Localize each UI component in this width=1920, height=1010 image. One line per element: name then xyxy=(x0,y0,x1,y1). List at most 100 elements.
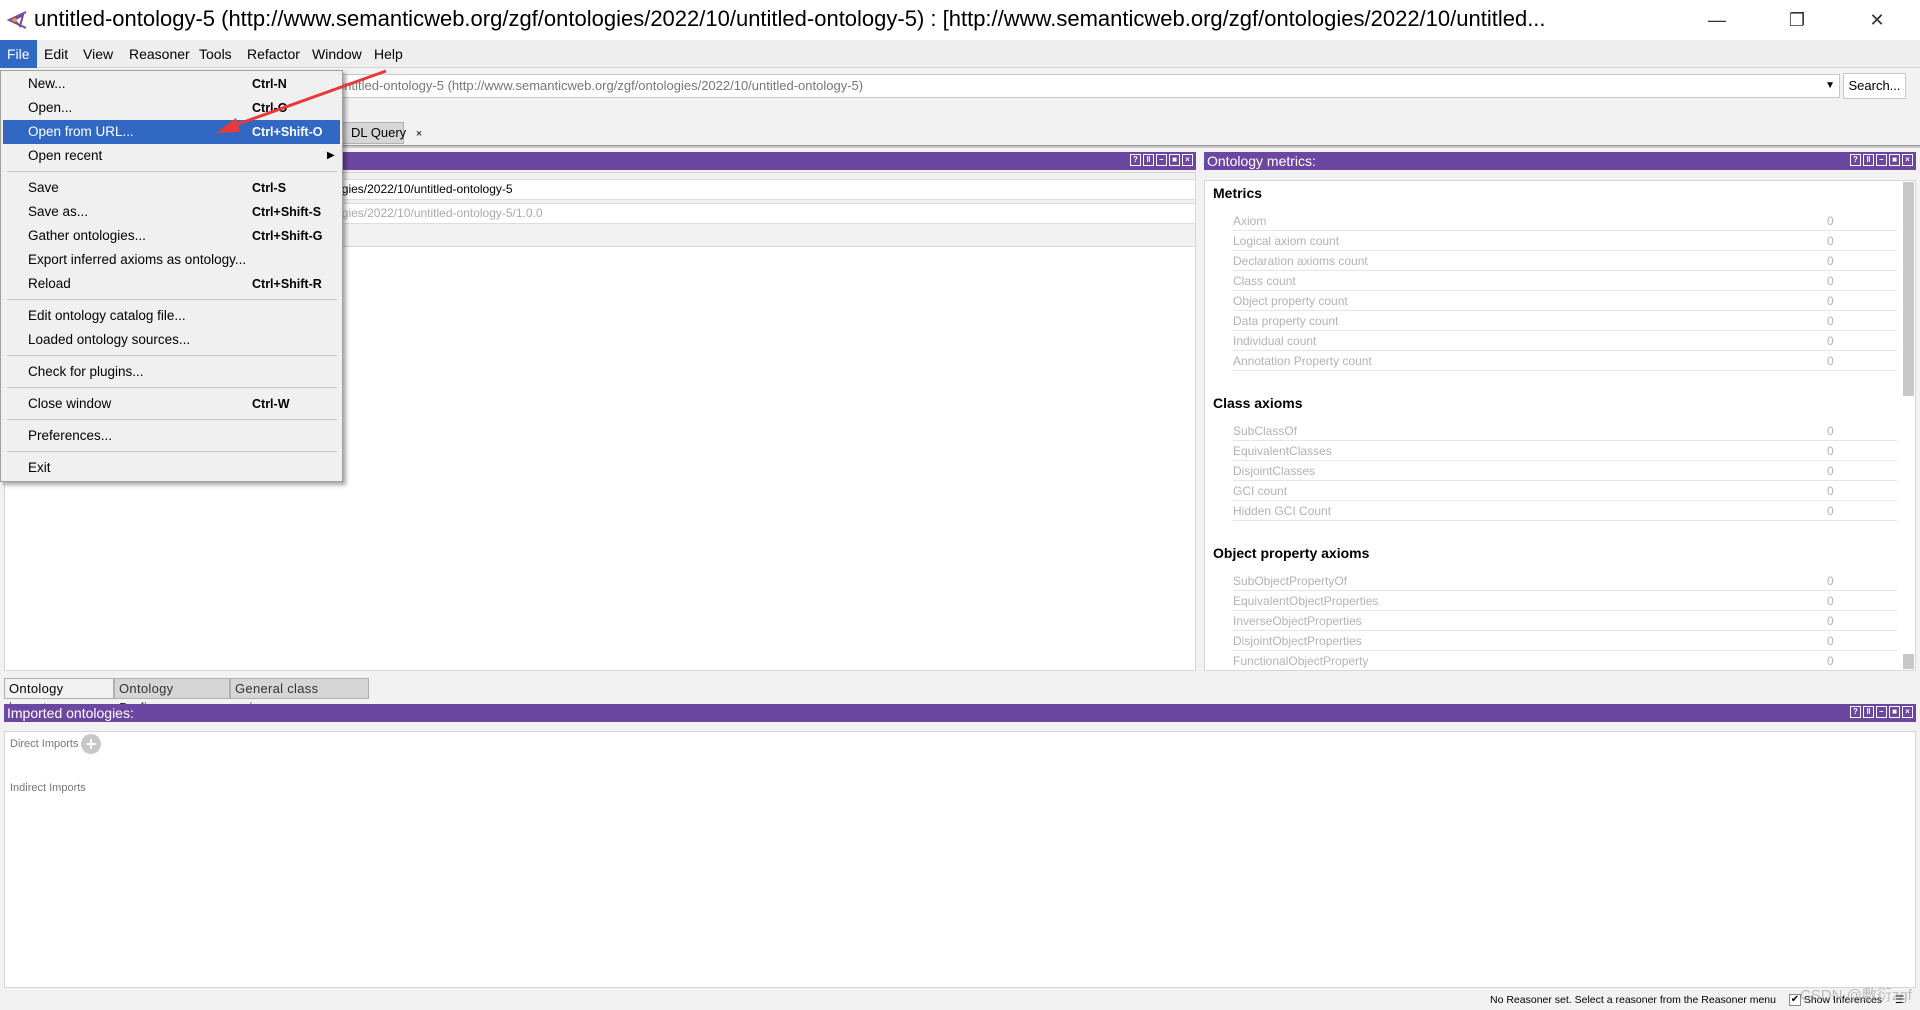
tab-ontology-prefixes[interactable]: Ontology Prefixes xyxy=(114,678,230,715)
metric-label: Declaration axioms count xyxy=(1233,254,1368,268)
menu-view[interactable]: View xyxy=(76,40,120,68)
menu-refactor[interactable]: Refactor xyxy=(240,40,307,68)
help-icon[interactable]: ? xyxy=(1850,706,1861,718)
close-window-button[interactable]: ✕ xyxy=(1847,0,1907,40)
split-icon[interactable]: ‖ xyxy=(1143,154,1154,166)
metrics-title-text: Ontology metrics: xyxy=(1207,153,1316,169)
menu-item-open-from-url[interactable]: Open from URL... Ctrl+Shift-O xyxy=(3,120,340,144)
close-panel-icon[interactable]: × xyxy=(1902,706,1913,718)
menu-item-close-window[interactable]: Close window Ctrl-W xyxy=(3,392,340,416)
minimize-button[interactable]: — xyxy=(1687,0,1747,40)
metric-label: InverseObjectProperties xyxy=(1233,614,1362,628)
menu-reasoner[interactable]: Reasoner xyxy=(122,40,197,68)
menu-file[interactable]: File xyxy=(0,40,37,68)
help-icon[interactable]: ? xyxy=(1850,154,1861,166)
metric-value: 0 xyxy=(1827,654,1834,668)
minimize-panel-icon[interactable]: – xyxy=(1876,706,1887,718)
scrollbar-thumb[interactable] xyxy=(1903,182,1914,396)
close-tab-icon[interactable]: × xyxy=(416,128,422,140)
menu-edit[interactable]: Edit xyxy=(37,40,75,68)
menu-item-export-inferred-axioms-as-ontology[interactable]: Export inferred axioms as ontology... xyxy=(3,248,340,272)
window-title: untitled-ontology-5 (http://www.semantic… xyxy=(34,6,1546,31)
maximize-panel-icon[interactable]: ■ xyxy=(1889,154,1900,166)
indirect-imports-label: Indirect Imports xyxy=(10,782,86,794)
maximize-panel-icon[interactable]: ■ xyxy=(1169,154,1180,166)
metric-label: Individual count xyxy=(1233,334,1317,348)
menu-separator xyxy=(7,171,337,172)
metric-value: 0 xyxy=(1827,214,1834,228)
watermark: CSDN @敷衍zgf xyxy=(1800,987,1912,1004)
add-import-icon[interactable]: + xyxy=(81,734,101,754)
menu-item-gather-ontologies[interactable]: Gather ontologies... Ctrl+Shift-G xyxy=(3,224,340,248)
metric-label: Data property count xyxy=(1233,314,1339,328)
metric-row: EquivalentObjectProperties 0 xyxy=(1233,591,1897,611)
menu-separator xyxy=(7,299,337,300)
metrics-section-heading: Metrics xyxy=(1213,185,1263,201)
panel-controls: ? ‖ – ■ × xyxy=(1850,706,1913,718)
menu-item-label: Gather ontologies... xyxy=(28,228,146,243)
menu-separator xyxy=(7,387,337,388)
menu-item-save-as[interactable]: Save as... Ctrl+Shift-S xyxy=(3,200,340,224)
help-icon[interactable]: ? xyxy=(1130,154,1141,166)
menu-item-shortcut: Ctrl-W xyxy=(252,397,290,411)
metric-label: Logical axiom count xyxy=(1233,234,1340,248)
metric-row: Hidden GCI Count 0 xyxy=(1233,501,1897,521)
menu-item-save[interactable]: Save Ctrl-S xyxy=(3,176,340,200)
active-ontology-combo[interactable]: untitled-ontology-5 (http://www.semantic… xyxy=(330,74,1840,98)
menu-item-shortcut: Ctrl-S xyxy=(252,181,287,195)
metric-row: Axiom 0 xyxy=(1233,211,1897,231)
menu-item-new[interactable]: New... Ctrl-N xyxy=(3,72,340,96)
scrollbar-down[interactable] xyxy=(1903,654,1914,669)
metric-label: EquivalentClasses xyxy=(1233,444,1332,458)
minimize-panel-icon[interactable]: – xyxy=(1156,154,1167,166)
menu-item-check-for-plugins[interactable]: Check for plugins... xyxy=(3,360,340,384)
menu-window[interactable]: Window xyxy=(305,40,369,68)
metric-row: SubObjectPropertyOf 0 xyxy=(1233,571,1897,591)
menu-separator xyxy=(7,419,337,420)
metric-value: 0 xyxy=(1827,464,1834,478)
metric-row: Declaration axioms count 0 xyxy=(1233,251,1897,271)
menu-item-shortcut: Ctrl-O xyxy=(252,101,288,115)
metric-label: DisjointClasses xyxy=(1233,464,1316,478)
metric-row: Annotation Property count 0 xyxy=(1233,351,1897,371)
menu-item-exit[interactable]: Exit xyxy=(3,456,340,480)
split-icon[interactable]: ‖ xyxy=(1863,154,1874,166)
menu-item-preferences[interactable]: Preferences... xyxy=(3,424,340,448)
menu-item-reload[interactable]: Reload Ctrl+Shift-R xyxy=(3,272,340,296)
imports-title-text: Imported ontologies: xyxy=(7,705,134,721)
metric-label: FunctionalObjectProperty xyxy=(1233,654,1369,668)
chevron-down-icon[interactable]: ▼ xyxy=(1825,75,1835,97)
menu-separator xyxy=(7,355,337,356)
metric-row: Logical axiom count 0 xyxy=(1233,231,1897,251)
protege-logo-icon xyxy=(6,11,27,29)
panel-controls: ? ‖ – ■ × xyxy=(1850,154,1913,166)
metric-row: Data property count 0 xyxy=(1233,311,1897,331)
menu-item-shortcut: Ctrl-N xyxy=(252,77,287,91)
menu-item-label: Check for plugins... xyxy=(28,364,144,379)
maximize-panel-icon[interactable]: ■ xyxy=(1889,706,1900,718)
menu-item-open[interactable]: Open... Ctrl-O xyxy=(3,96,340,120)
close-panel-icon[interactable]: × xyxy=(1182,154,1193,166)
search-button[interactable]: Search... xyxy=(1843,73,1906,99)
menu-item-label: Preferences... xyxy=(28,428,113,443)
menu-item-label: Export inferred axioms as ontology... xyxy=(28,252,247,267)
menu-tools[interactable]: Tools xyxy=(192,40,239,68)
metrics-panel-title: Ontology metrics: ? ‖ – ■ × xyxy=(1204,152,1916,170)
tab-ontology-imports[interactable]: Ontology imports xyxy=(4,678,114,715)
title-bar: untitled-ontology-5 (http://www.semantic… xyxy=(0,0,1920,40)
menu-help[interactable]: Help xyxy=(367,40,410,68)
menu-item-loaded-ontology-sources[interactable]: Loaded ontology sources... xyxy=(3,328,340,352)
menu-item-edit-ontology-catalog-file[interactable]: Edit ontology catalog file... xyxy=(3,304,340,328)
metric-label: Annotation Property count xyxy=(1233,354,1372,368)
split-icon[interactable]: ‖ xyxy=(1863,706,1874,718)
restore-button[interactable]: ❐ xyxy=(1767,0,1827,40)
metric-value: 0 xyxy=(1827,274,1834,288)
tab-general-class-axioms[interactable]: General class axioms xyxy=(230,678,369,715)
metric-label: GCI count xyxy=(1233,484,1288,498)
menu-item-open-recent[interactable]: Open recent ▶ xyxy=(3,144,340,168)
metric-value: 0 xyxy=(1827,334,1834,348)
metric-label: SubObjectPropertyOf xyxy=(1233,574,1348,588)
close-panel-icon[interactable]: × xyxy=(1902,154,1913,166)
tab-label: DL Query xyxy=(351,125,407,140)
minimize-panel-icon[interactable]: – xyxy=(1876,154,1887,166)
